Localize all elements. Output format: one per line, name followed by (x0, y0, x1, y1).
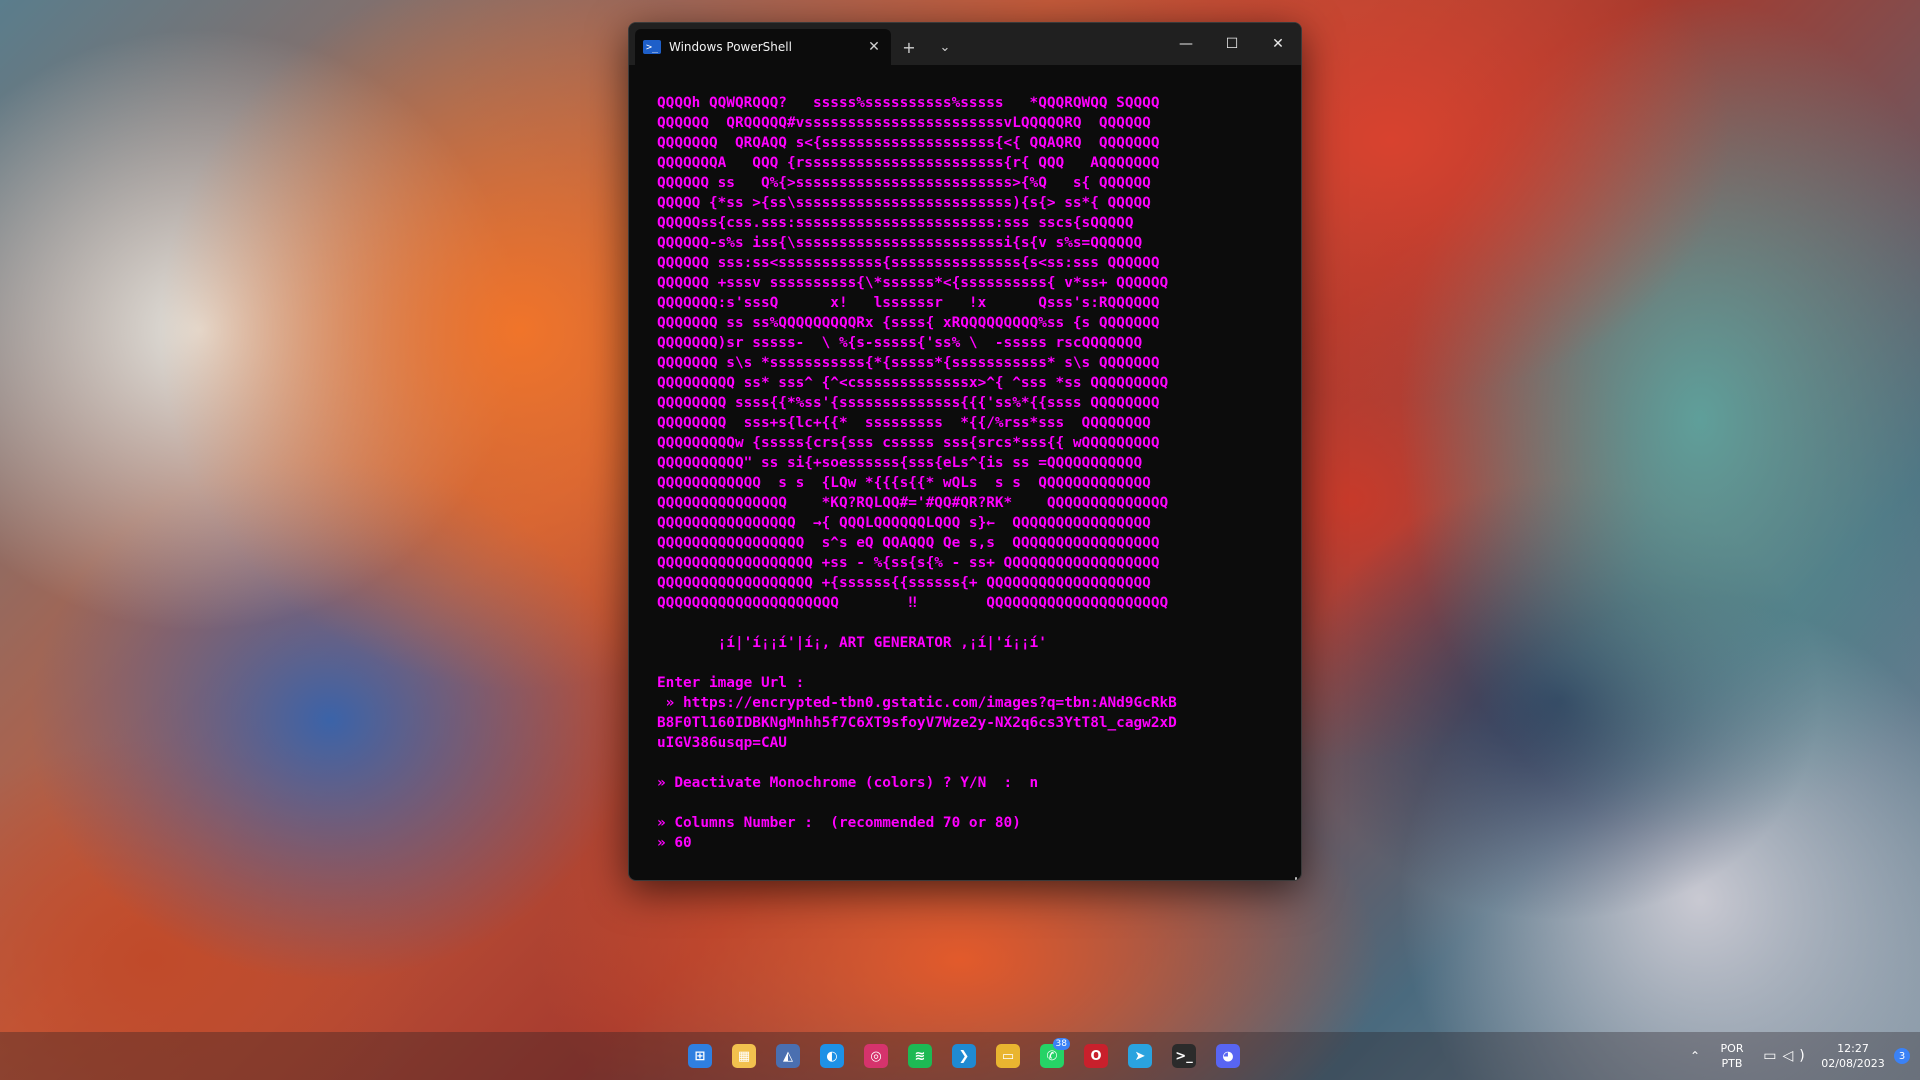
vscode-icon: ❯ (952, 1044, 976, 1068)
tab-windows-powershell[interactable]: >_ Windows PowerShell ✕ (635, 29, 891, 65)
taskbar-app-discord[interactable]: ◕ (1208, 1036, 1248, 1076)
opera-icon: O (1084, 1044, 1108, 1068)
language-indicator[interactable]: POR PTB (1708, 1041, 1756, 1071)
clock-date: 02/08/2023 (1821, 1057, 1885, 1070)
keyboard-layout: PTB (1721, 1057, 1743, 1070)
docker-icon: ◐ (820, 1044, 844, 1068)
taskbar-app-whatsapp[interactable]: ✆ 38 (1032, 1036, 1072, 1076)
clock[interactable]: 12:27 02/08/2023 (1818, 1041, 1888, 1071)
microsoft-store-icon: ▦ (732, 1044, 756, 1068)
powershell-window[interactable]: >_ Windows PowerShell ✕ + ⌄ — ☐ ✕ QQQQh … (628, 22, 1302, 881)
powershell-icon: >_ (643, 40, 661, 54)
taskbar-app-instagram[interactable]: ◎ (856, 1036, 896, 1076)
taskbar-app-spotify[interactable]: ≋ (900, 1036, 940, 1076)
taskbar-app-microsoft-store[interactable]: ▦ (724, 1036, 764, 1076)
language-code: POR (1720, 1042, 1744, 1055)
clock-time: 12:27 (1837, 1042, 1869, 1055)
taskbar-app-telegram[interactable]: ➤ (1120, 1036, 1160, 1076)
tab-title: Windows PowerShell (669, 40, 792, 54)
taskbar-app-photos[interactable]: ◭ (768, 1036, 808, 1076)
network-volume-icons[interactable]: ▭◁) (1756, 1048, 1818, 1064)
taskbar-app-start[interactable]: ⊞ (680, 1036, 720, 1076)
show-hidden-icons-chevron[interactable]: ⌃ (1682, 1049, 1708, 1063)
taskbar-app-docker[interactable]: ◐ (812, 1036, 852, 1076)
minimize-button[interactable]: — (1163, 23, 1209, 65)
close-button[interactable]: ✕ (1255, 23, 1301, 65)
unread-badge: 38 (1052, 1038, 1070, 1050)
taskbar-app-file-explorer[interactable]: ▭ (988, 1036, 1028, 1076)
volume-icon: ◁) (1782, 1048, 1811, 1064)
start-icon: ⊞ (688, 1044, 712, 1068)
new-tab-button[interactable]: + (891, 29, 927, 65)
taskbar-apps: ⊞ ▦ ◭ ◐ ◎ ≋ ❯ ▭ ✆ 38 O ➤ >_ ◕ (680, 1032, 1248, 1080)
scrollbar[interactable] (1295, 877, 1297, 880)
file-explorer-icon: ▭ (996, 1044, 1020, 1068)
instagram-icon: ◎ (864, 1044, 888, 1068)
spotify-icon: ≋ (908, 1044, 932, 1068)
discord-icon: ◕ (1216, 1044, 1240, 1068)
taskbar-app-terminal[interactable]: >_ (1164, 1036, 1204, 1076)
taskbar-app-opera[interactable]: O (1076, 1036, 1116, 1076)
maximize-button[interactable]: ☐ (1209, 23, 1255, 65)
telegram-icon: ➤ (1128, 1044, 1152, 1068)
taskbar-app-vscode[interactable]: ❯ (944, 1036, 984, 1076)
tab-dropdown-button[interactable]: ⌄ (927, 29, 963, 65)
notification-badge[interactable]: 3 (1894, 1048, 1910, 1064)
taskbar: ⊞ ▦ ◭ ◐ ◎ ≋ ❯ ▭ ✆ 38 O ➤ >_ ◕ ⌃ POR PTB ▭◁) 12:27 02/… (0, 1032, 1920, 1080)
terminal-icon: >_ (1172, 1044, 1196, 1068)
network-icon: ▭ (1763, 1048, 1783, 1064)
terminal-area[interactable]: QQQQh QQWQRQQQ? sssss%ssssssssss%sssss *… (629, 65, 1301, 880)
photos-icon: ◭ (776, 1044, 800, 1068)
tab-close-icon[interactable]: ✕ (865, 39, 883, 55)
terminal-output: QQQQh QQWQRQQQ? sssss%ssssssssss%sssss *… (657, 95, 1177, 851)
system-tray: ⌃ POR PTB ▭◁) 12:27 02/08/2023 3 (1682, 1032, 1920, 1080)
title-bar[interactable]: >_ Windows PowerShell ✕ + ⌄ — ☐ ✕ (629, 23, 1301, 65)
